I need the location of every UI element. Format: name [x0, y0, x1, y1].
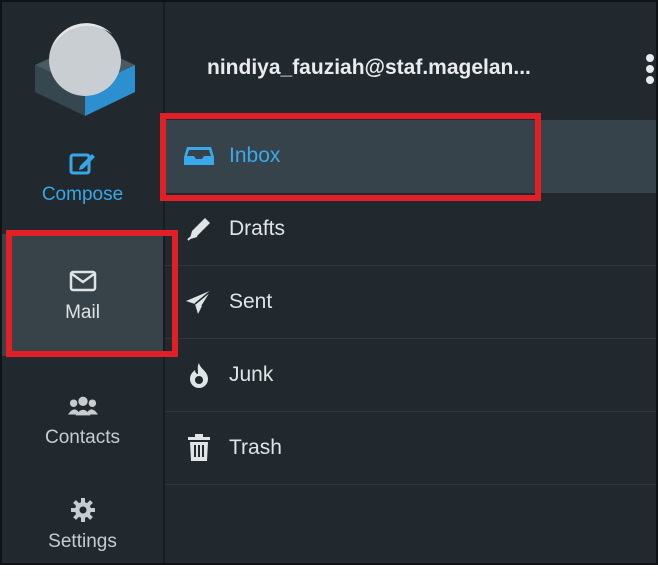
- pencil-icon: [181, 211, 217, 247]
- contacts-icon: [67, 391, 98, 421]
- nav-settings[interactable]: Settings: [2, 476, 163, 563]
- folder-inbox-label: Inbox: [229, 144, 281, 167]
- nav-settings-label: Settings: [48, 531, 117, 552]
- folder-trash[interactable]: Trash: [165, 412, 656, 485]
- compose-icon: [68, 148, 98, 178]
- folder-sent-label: Sent: [229, 290, 273, 313]
- nav-compose-label: Compose: [41, 184, 124, 205]
- app-logo: [30, 20, 140, 120]
- paper-plane-icon: [181, 284, 217, 320]
- fire-icon: [181, 357, 217, 393]
- folder-junk-label: Junk: [229, 363, 274, 386]
- gear-icon: [68, 495, 98, 525]
- mail-app: Compose Mail Contacts Settings nindiya_f…: [0, 0, 658, 565]
- folder-pane: nindiya_fauziah@staf.magelan... Inbox Dr…: [165, 2, 656, 563]
- folder-sent[interactable]: Sent: [165, 266, 656, 339]
- folder-trash-label: Trash: [229, 436, 282, 459]
- folder-list: Inbox Drafts Sent Junk Trash: [165, 120, 656, 485]
- left-navigation: Compose Mail Contacts Settings: [2, 2, 165, 563]
- trash-icon: [181, 430, 217, 466]
- nav-contacts[interactable]: Contacts: [2, 364, 163, 476]
- inbox-icon: [181, 138, 217, 174]
- folder-junk[interactable]: Junk: [165, 339, 656, 412]
- account-email: nindiya_fauziah@staf.magelan...: [207, 56, 531, 79]
- nav-mail-label: Mail: [65, 302, 100, 323]
- envelope-icon: [68, 266, 98, 296]
- more-options-icon[interactable]: [640, 50, 656, 90]
- nav-mail[interactable]: Mail: [2, 234, 163, 356]
- nav-compose[interactable]: Compose: [2, 122, 163, 232]
- nav-contacts-label: Contacts: [45, 427, 120, 448]
- folder-drafts-label: Drafts: [229, 217, 286, 240]
- folder-drafts[interactable]: Drafts: [165, 193, 656, 266]
- folder-inbox[interactable]: Inbox: [165, 120, 656, 193]
